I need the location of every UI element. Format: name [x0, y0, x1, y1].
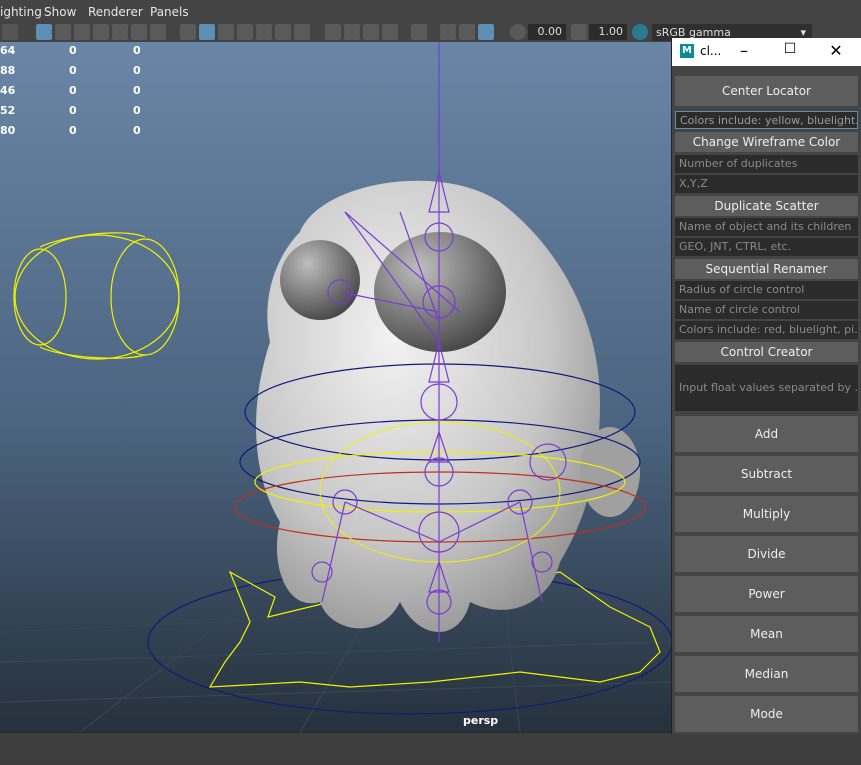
- hud-cell: 0: [133, 64, 141, 77]
- circle-name-input[interactable]: Name of circle control: [675, 301, 858, 319]
- median-button[interactable]: Median: [675, 656, 858, 692]
- cylinder-control: [13, 232, 180, 360]
- gate-mask-icon[interactable]: [93, 24, 109, 40]
- exposure-icon[interactable]: [510, 24, 526, 40]
- hud-cell: 0: [69, 104, 77, 117]
- default-material-icon[interactable]: [218, 24, 234, 40]
- hud-cell: 0: [133, 44, 141, 57]
- control-creator-button[interactable]: Control Creator: [675, 342, 858, 362]
- brush-icon[interactable]: [2, 24, 18, 40]
- circle-radius-input[interactable]: Radius of circle control: [675, 281, 858, 299]
- smooth-shade-icon[interactable]: [199, 24, 215, 40]
- menu-renderer[interactable]: Renderer: [88, 5, 143, 19]
- hud-cell: 0: [133, 84, 141, 97]
- viewport-persp[interactable]: 64 0 0 88 0 0 46 0 0 52 0 0 80 0 0 persp: [0, 42, 671, 732]
- mean-button[interactable]: Mean: [675, 616, 858, 652]
- hud-cell: 0: [133, 104, 141, 117]
- window-title: cl...: [700, 44, 722, 58]
- menu-panels[interactable]: Panels: [150, 5, 189, 19]
- lights-icon[interactable]: [275, 24, 291, 40]
- gamma-icon[interactable]: [571, 24, 587, 40]
- menu-show[interactable]: Show: [44, 5, 76, 19]
- mode-button[interactable]: Mode: [675, 696, 858, 732]
- hud-cell: 0: [69, 124, 77, 137]
- center-locator-button[interactable]: Center Locator: [675, 76, 858, 106]
- hud-cell: 0: [69, 44, 77, 57]
- grid-icon[interactable]: [36, 24, 52, 40]
- exposure-field[interactable]: 0.00: [528, 24, 566, 40]
- xray-joints-icon[interactable]: [478, 24, 494, 40]
- hud-cell: 0: [69, 64, 77, 77]
- hud-cell: 52: [0, 104, 16, 117]
- select-icon[interactable]: [411, 24, 427, 40]
- close-icon[interactable]: ✕: [826, 41, 846, 60]
- safe-action-icon[interactable]: [131, 24, 147, 40]
- right-eye: [374, 232, 506, 352]
- time-slider-bar[interactable]: [0, 732, 861, 765]
- hud-cell: 88: [0, 64, 16, 77]
- field-chart-icon[interactable]: [112, 24, 128, 40]
- hud-cell: 0: [133, 124, 141, 137]
- depth-of-field-icon[interactable]: [382, 24, 398, 40]
- maximize-icon[interactable]: ☐: [780, 41, 800, 57]
- color-management-icon[interactable]: [632, 24, 648, 40]
- safe-title-icon[interactable]: [150, 24, 166, 40]
- xyz-input[interactable]: X,Y,Z: [675, 175, 858, 193]
- menu-lighting[interactable]: ighting: [0, 5, 42, 19]
- screen-space-ao-icon[interactable]: [325, 24, 341, 40]
- shadows-icon[interactable]: [294, 24, 310, 40]
- hud-cell: 80: [0, 124, 16, 137]
- film-gate-icon[interactable]: [55, 24, 71, 40]
- add-button[interactable]: Add: [675, 416, 858, 452]
- maya-icon: M: [680, 44, 694, 58]
- wireframe-icon[interactable]: [180, 24, 196, 40]
- float-values-input[interactable]: Input float values separated by ...: [675, 365, 858, 411]
- scene-render: [0, 42, 671, 732]
- resolution-gate-icon[interactable]: [74, 24, 90, 40]
- left-eye: [280, 240, 360, 320]
- wire-color-input[interactable]: Colors include: yellow, bluelight...: [675, 111, 858, 129]
- textured-icon[interactable]: [256, 24, 272, 40]
- character-tail: [580, 427, 640, 517]
- xray-icon[interactable]: [459, 24, 475, 40]
- multiply-button[interactable]: Multiply: [675, 496, 858, 532]
- isolate-select-icon[interactable]: [440, 24, 456, 40]
- tool-window: M cl... – ☐ ✕ Center Locator Colors incl…: [671, 38, 861, 734]
- suffix-input[interactable]: GEO, JNT, CTRL, etc.: [675, 238, 858, 256]
- gamma-field[interactable]: 1.00: [589, 24, 627, 40]
- hud-cell: 0: [69, 84, 77, 97]
- menu-bar: ighting Show Renderer Panels: [0, 0, 861, 23]
- dup-count-input[interactable]: Number of duplicates: [675, 155, 858, 173]
- multisample-aa-icon[interactable]: [363, 24, 379, 40]
- power-button[interactable]: Power: [675, 576, 858, 612]
- window-titlebar[interactable]: M cl... – ☐ ✕: [672, 38, 861, 66]
- object-name-input[interactable]: Name of object and its children: [675, 218, 858, 236]
- motion-blur-icon[interactable]: [344, 24, 360, 40]
- sequential-renamer-button[interactable]: Sequential Renamer: [675, 259, 858, 279]
- minimize-icon[interactable]: –: [734, 41, 754, 60]
- hud-cell: 64: [0, 44, 16, 57]
- wireframe-on-shaded-icon[interactable]: [237, 24, 253, 40]
- subtract-button[interactable]: Subtract: [675, 456, 858, 492]
- control-color-input[interactable]: Colors include: red, bluelight, pi...: [675, 321, 858, 339]
- divide-button[interactable]: Divide: [675, 536, 858, 572]
- change-wire-color-button[interactable]: Change Wireframe Color: [675, 132, 858, 152]
- duplicate-scatter-button[interactable]: Duplicate Scatter: [675, 196, 858, 216]
- camera-label: persp: [463, 714, 499, 727]
- hud-cell: 46: [0, 84, 16, 97]
